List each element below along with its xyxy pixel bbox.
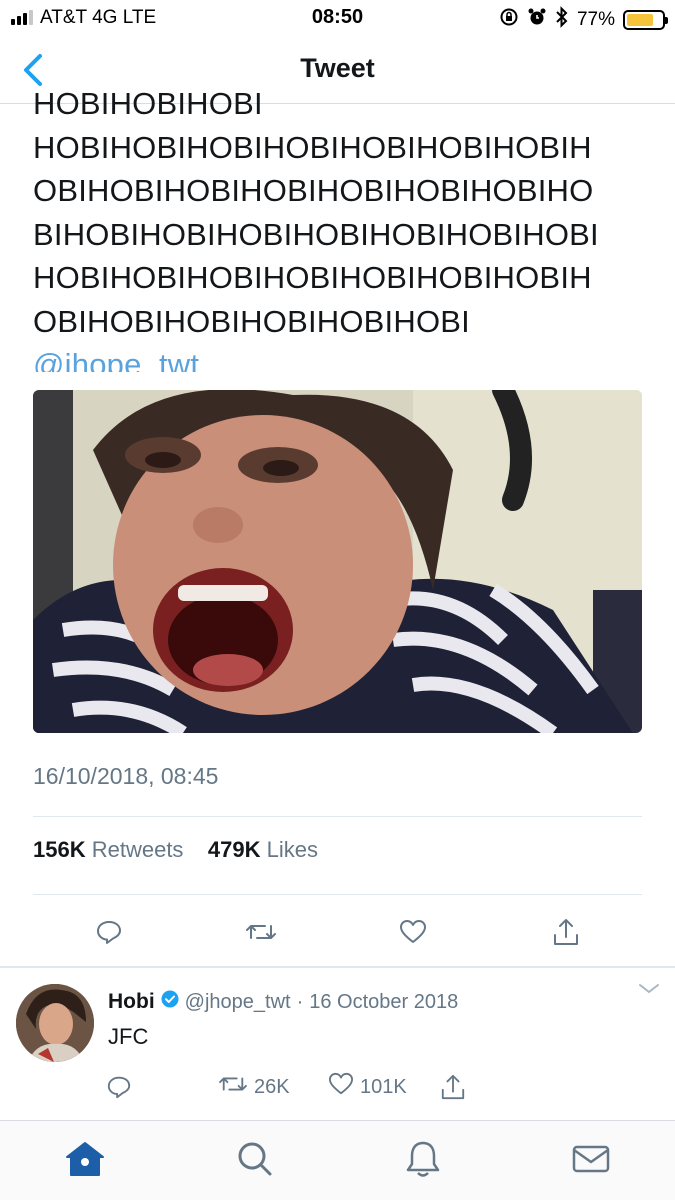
reply-like-button[interactable]: 101K (328, 1070, 407, 1104)
retweets-count: 156K (33, 837, 86, 862)
divider (33, 816, 642, 817)
mention-link[interactable]: @jhope_twt (33, 343, 653, 372)
chevron-down-icon[interactable] (637, 982, 661, 1001)
battery-icon (623, 10, 668, 30)
home-icon[interactable] (63, 1137, 107, 1181)
messages-mail-icon[interactable] (569, 1137, 613, 1181)
likes-count: 479K (207, 837, 261, 862)
share-icon[interactable] (440, 1070, 466, 1104)
reply-date: 16 October 2018 (309, 990, 459, 1013)
retweets-stat[interactable]: 156K Retweets (33, 837, 183, 862)
reply-author-name[interactable]: Hobi (108, 990, 155, 1014)
likes-label: Likes (266, 837, 318, 862)
bluetooth-icon (555, 6, 569, 34)
tweet-stats: 156K Retweets 479K Likes (33, 837, 318, 863)
page-title: Tweet (300, 53, 375, 83)
likes-stat[interactable]: 479K Likes (208, 837, 318, 862)
search-icon[interactable] (232, 1137, 276, 1181)
reply-like-count: 101K (360, 1075, 407, 1098)
reply-author-handle[interactable]: @jhope_twt (185, 991, 291, 1014)
tweet-text-line: OBIHOBIHOBIHOBIHOBIHOBIHOBIHO (33, 173, 594, 208)
tweet-text-line: BIHOBIHOBIHOBIHOBIHOBIHOBIHOBI (33, 216, 599, 252)
reply-retweet-count: 26K (254, 1075, 290, 1098)
bottom-tab-bar (0, 1120, 675, 1200)
divider (33, 894, 642, 895)
section-separator (0, 966, 675, 968)
reply-icon[interactable] (106, 1070, 132, 1104)
tweet-text: HOBIHOBIHOBI HOBIHOBIHOBIHOBIHOBIHOBIHOB… (33, 82, 653, 372)
separator-dot: · (296, 990, 304, 1013)
reply-header: Hobi @jhope_twt · 16 October 2018 (108, 990, 458, 1014)
verified-badge-icon (161, 990, 179, 1014)
alarm-icon (527, 7, 547, 33)
tweet-text-line: OBIHOBIHOBIHOBIHOBIHOBI (33, 303, 470, 339)
avatar[interactable] (16, 984, 94, 1062)
notifications-bell-icon[interactable] (401, 1137, 445, 1181)
tweet-text-line: HOBIHOBIHOBIHOBIHOBIHOBIHOBIH (33, 260, 592, 295)
retweet-icon (218, 1071, 248, 1103)
retweets-label: Retweets (91, 837, 184, 862)
reply-action-bar: 26K 101K (0, 1070, 675, 1104)
share-icon[interactable] (546, 914, 586, 950)
like-heart-icon[interactable] (393, 914, 433, 950)
like-heart-icon (328, 1072, 354, 1102)
battery-percent: 77% (576, 9, 615, 30)
tweet-text-line: HOBIHOBIHOBIHOBIHOBIHOBIHOBIH (33, 129, 592, 165)
tweet-timestamp: 16/10/2018, 08:45 (33, 763, 219, 789)
status-bar: AT&T 4G LTE 08:50 77% (0, 0, 675, 36)
reply-retweet-button[interactable]: 26K (218, 1070, 290, 1104)
rotation-lock-icon (499, 7, 519, 33)
tweet-image[interactable] (33, 390, 642, 733)
reply-icon[interactable] (89, 914, 129, 950)
tweet-text-line: HOBIHOBIHOBI (33, 86, 263, 121)
tweet-action-bar (0, 914, 675, 950)
retweet-icon[interactable] (241, 914, 281, 950)
reply-text: JFC (108, 1024, 149, 1049)
